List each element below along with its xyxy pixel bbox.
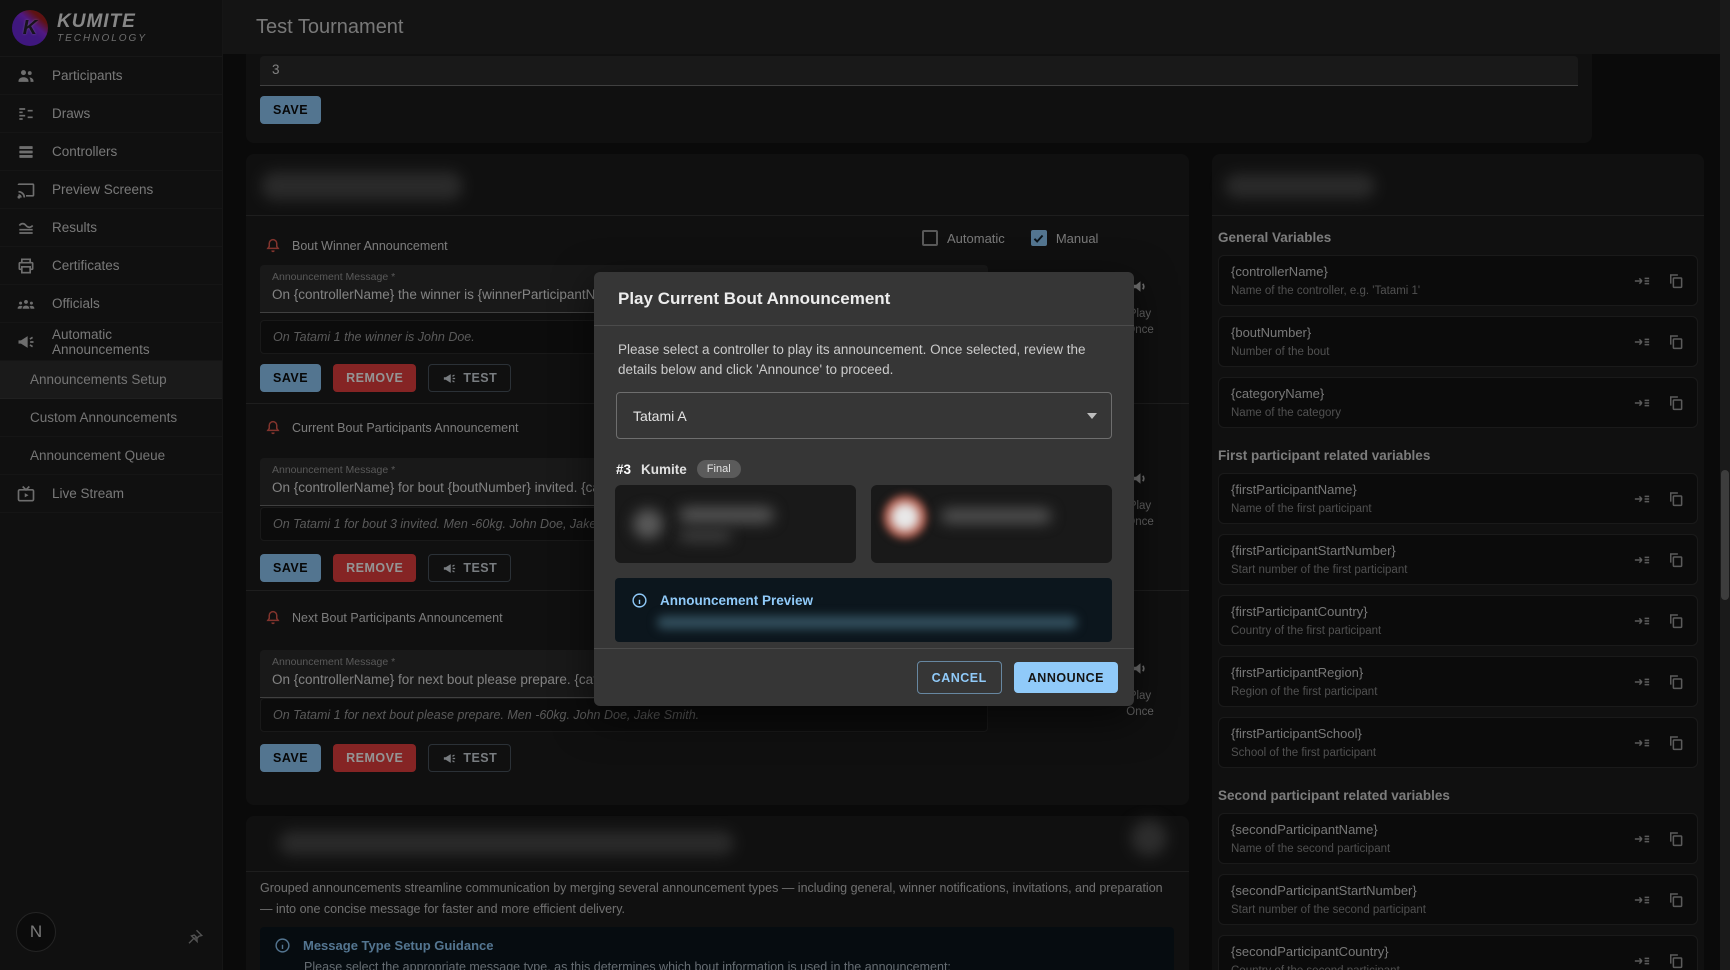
redacted-participant-name [941,509,1051,523]
chevron-down-icon [1087,413,1097,419]
participant-card-second [871,485,1112,563]
redacted-avatar [633,509,663,539]
dialog-description: Please select a controller to play its a… [618,340,1088,380]
play-announcement-dialog: Play Current Bout Announcement Please se… [594,272,1134,706]
redacted-preview-text [657,616,1077,629]
page-scrollbar[interactable] [1720,0,1730,970]
app-root: K KUMITE TECHNOLOGY Participants Draws C… [0,0,1730,970]
bout-info-row: #3 Kumite Final [616,460,741,478]
scrollbar-thumb[interactable] [1721,470,1729,600]
bout-stage-badge: Final [697,460,741,478]
dialog-footer: CANCEL ANNOUNCE [594,648,1134,706]
announce-button[interactable]: ANNOUNCE [1014,662,1118,693]
dialog-title: Play Current Bout Announcement [618,289,890,309]
info-icon [631,592,648,609]
bout-number: #3 [616,462,631,477]
participant-card-first [615,485,856,563]
redacted-avatar [883,495,927,539]
bout-type: Kumite [641,462,687,477]
preview-title: Announcement Preview [660,593,813,608]
controller-select[interactable]: Tatami A [616,392,1112,439]
cancel-button[interactable]: CANCEL [917,661,1002,694]
redacted-participant-detail [679,531,731,541]
controller-select-value: Tatami A [633,408,687,424]
announcement-preview-box: Announcement Preview [615,578,1112,642]
redacted-participant-name [679,507,774,523]
